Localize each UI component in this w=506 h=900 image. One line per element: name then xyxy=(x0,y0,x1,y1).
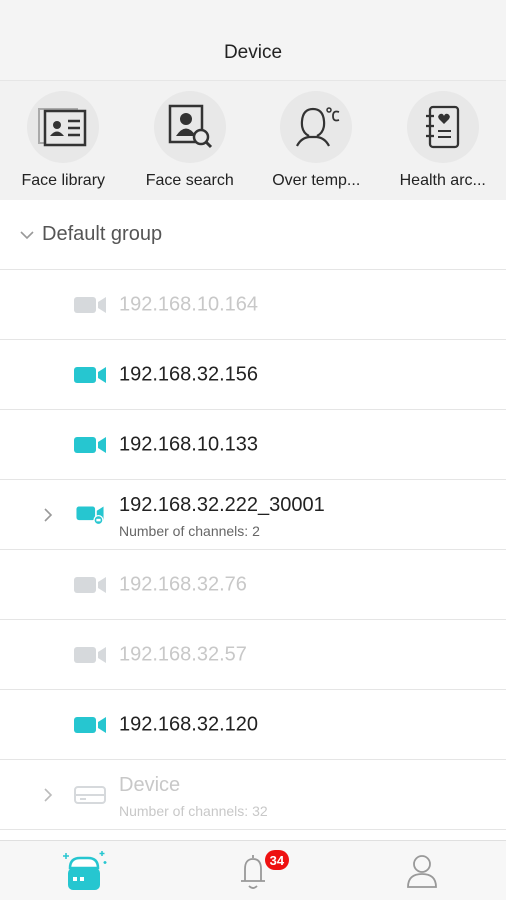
device-name: 192.168.10.133 xyxy=(119,433,259,455)
face-library-icon xyxy=(27,91,100,163)
page-title: Device xyxy=(223,42,283,63)
tab-devices[interactable] xyxy=(0,841,169,900)
face-library-label: Face library xyxy=(21,172,106,189)
face-search-icon xyxy=(153,91,226,163)
camera-icon xyxy=(74,296,106,313)
device-list: Default group 192.168.10.164 192.168.32.… xyxy=(0,200,506,840)
over-temperature-button[interactable]: Over temp... xyxy=(253,81,380,200)
device-name: 192.168.32.57 xyxy=(119,643,247,665)
device-row[interactable]: 192.168.32.222_30001 Number of channels:… xyxy=(0,480,506,550)
device-name: 192.168.32.76 xyxy=(119,573,247,595)
chevron-down-icon xyxy=(20,230,34,239)
device-row[interactable]: Device Number of channels: 32 xyxy=(0,760,506,830)
tab-bar: 34 xyxy=(0,840,506,900)
tab-alarms[interactable]: 34 xyxy=(169,841,338,900)
channel-count: Number of channels: 2 xyxy=(119,523,260,539)
device-row[interactable]: 192.168.32.57 xyxy=(0,620,506,690)
recorder-icon xyxy=(74,785,106,804)
camera-icon xyxy=(74,366,106,383)
health-archive-icon xyxy=(406,91,479,163)
health-archive-button[interactable]: Health arc... xyxy=(380,81,506,200)
camera-icon xyxy=(74,716,106,733)
face-library-button[interactable]: Face library xyxy=(0,81,127,200)
over-temperature-label: Over temp... xyxy=(272,172,361,189)
over-temperature-icon xyxy=(280,91,353,163)
device-tab-icon xyxy=(63,850,107,890)
user-icon xyxy=(406,854,437,888)
health-archive-label: Health arc... xyxy=(399,172,486,189)
header: Device xyxy=(0,0,506,80)
device-row[interactable]: 192.168.10.164 xyxy=(0,270,506,340)
device-row[interactable]: 192.168.32.76 xyxy=(0,550,506,620)
device-row[interactable]: 192.168.32.156 xyxy=(0,340,506,410)
camera-icon xyxy=(74,576,106,593)
device-name: 192.168.32.222_30001 xyxy=(119,494,325,516)
nvr-camera-icon xyxy=(76,506,104,525)
face-search-label: Face search xyxy=(145,172,234,189)
device-row[interactable]: 192.168.32.120 xyxy=(0,690,506,760)
tab-profile[interactable] xyxy=(337,841,506,900)
quick-actions-bar: Face library Face search Over temp... He… xyxy=(0,80,506,200)
group-header-default[interactable]: Default group xyxy=(0,200,506,270)
device-row[interactable]: 192.168.10.133 xyxy=(0,410,506,480)
channel-count: Number of channels: 32 xyxy=(119,803,268,819)
camera-icon xyxy=(74,436,106,453)
group-label: Default group xyxy=(42,223,163,245)
face-search-button[interactable]: Face search xyxy=(127,81,254,200)
device-name: 192.168.32.156 xyxy=(119,363,259,385)
camera-icon xyxy=(74,646,106,663)
chevron-right-icon[interactable] xyxy=(40,785,56,805)
device-name: 192.168.32.120 xyxy=(119,713,259,735)
device-name: 192.168.10.164 xyxy=(119,293,259,315)
alarm-count-badge: 34 xyxy=(264,850,290,870)
chevron-right-icon[interactable] xyxy=(40,505,56,525)
device-name: Device xyxy=(119,774,181,796)
